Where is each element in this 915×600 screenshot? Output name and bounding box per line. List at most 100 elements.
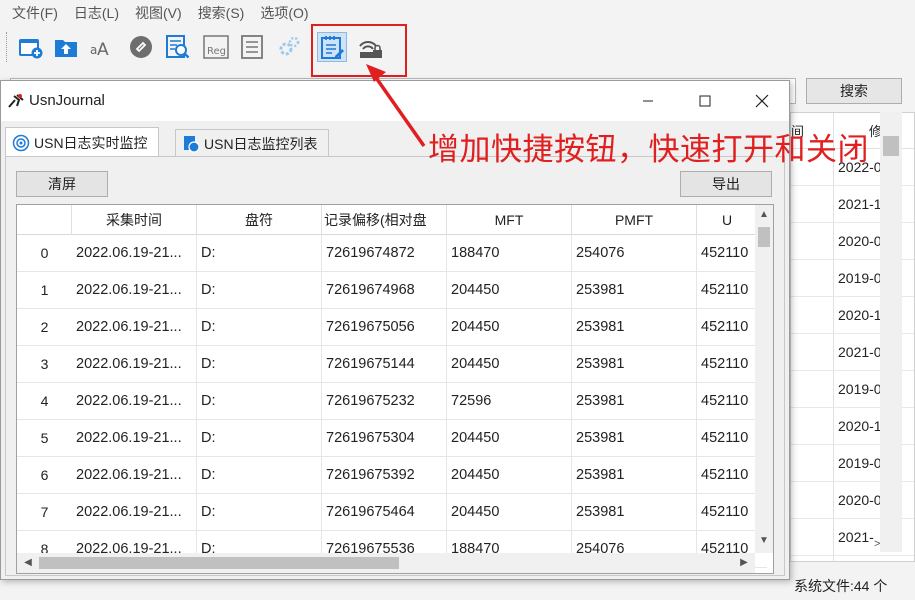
font-case-icon: a A xyxy=(90,40,109,60)
status-file-count: 系统文件:44 个 xyxy=(794,578,888,594)
cell-usn: 452110 xyxy=(701,282,749,298)
row-index: 4 xyxy=(40,393,49,409)
dialog-title: UsnJournal xyxy=(29,92,105,109)
table-horizontal-scroll-thumb[interactable] xyxy=(39,557,399,569)
upload-icon xyxy=(55,40,77,57)
cell-usn: 452110 xyxy=(701,393,749,409)
menu-file[interactable]: 文件(F) xyxy=(4,0,66,26)
tab-realtime-monitor[interactable]: USN日志实时监控 xyxy=(5,127,159,157)
annotation-arrow xyxy=(366,64,426,148)
cell-offset: 72619675056 xyxy=(322,309,447,346)
cell-offset: 72619675304 xyxy=(322,420,447,457)
background-date-cell: 2020-0 xyxy=(838,492,882,508)
maximize-icon xyxy=(699,95,711,107)
background-date-cell: 2021-0 xyxy=(838,344,882,360)
cell-usn: 452110 xyxy=(701,319,749,335)
menu-view[interactable]: 视图(V) xyxy=(127,0,190,26)
header-mft[interactable]: MFT xyxy=(447,205,572,235)
maximize-button[interactable] xyxy=(676,81,734,121)
cell-time: 2022.06.19-21... xyxy=(72,346,197,383)
table-row[interactable]: 0 2022.06.19-21... D: 72619674872 188470… xyxy=(17,235,767,272)
cell-mft: 72596 xyxy=(447,383,572,420)
scroll-down-icon[interactable]: ▼ xyxy=(755,535,773,546)
main-search-button[interactable]: 搜索 xyxy=(806,78,902,104)
search-list-icon xyxy=(166,35,190,59)
table-vertical-scrollbar[interactable] xyxy=(755,205,773,553)
cell-time: 2022.06.19-21... xyxy=(72,457,197,494)
table-row[interactable]: 3 2022.06.19-21... D: 72619675144 204450… xyxy=(17,346,767,383)
list-button[interactable] xyxy=(237,32,267,62)
row-index: 1 xyxy=(40,282,49,298)
cell-pmft: 253981 xyxy=(572,457,697,494)
regex-icon: Reg xyxy=(203,35,229,59)
background-date-cell: 2019-0 xyxy=(838,455,882,471)
cell-pmft: 253981 xyxy=(572,494,697,531)
radar-icon xyxy=(12,134,30,151)
cell-offset: 72619674872 xyxy=(322,235,447,272)
cell-pmft: 253981 xyxy=(572,346,697,383)
cell-pmft: 253981 xyxy=(572,272,697,309)
table-row[interactable]: 4 2022.06.19-21... D: 72619675232 72596 … xyxy=(17,383,767,420)
tab-realtime-monitor-label: USN日志实时监控 xyxy=(34,134,148,151)
close-button[interactable] xyxy=(733,81,791,121)
scroll-left-icon[interactable]: ◀ xyxy=(19,557,37,568)
header-capture-time[interactable]: 采集时间 xyxy=(72,205,197,235)
tab-monitor-list[interactable]: USN日志监控列表 xyxy=(175,129,329,157)
table-row[interactable]: 2 2022.06.19-21... D: 72619675056 204450… xyxy=(17,309,767,346)
chevron-right-icon[interactable]: > xyxy=(874,538,880,550)
export-button[interactable]: 导出 xyxy=(680,171,772,197)
table-row[interactable]: 7 2022.06.19-21... D: 72619675464 204450… xyxy=(17,494,767,531)
background-scroll-thumb[interactable] xyxy=(883,136,899,156)
background-date-cell: 2021-1 xyxy=(838,196,882,212)
regex-button[interactable]: Reg xyxy=(201,32,231,62)
link-button[interactable] xyxy=(126,32,156,62)
cell-drive: D: xyxy=(197,383,322,420)
table-header: 采集时间 盘符 记录偏移(相对盘 MFT PMFT U xyxy=(17,205,767,235)
scroll-right-icon[interactable]: ▶ xyxy=(735,557,753,568)
header-record-offset[interactable]: 记录偏移(相对盘 xyxy=(322,205,447,235)
cell-time: 2022.06.19-21... xyxy=(72,235,197,272)
menubar: 文件(F) 日志(L) 视图(V) 搜索(S) 选项(O) xyxy=(0,0,915,26)
scroll-up-icon[interactable]: ▲ xyxy=(755,209,773,220)
cell-mft: 188470 xyxy=(447,235,572,272)
cell-offset: 72619675392 xyxy=(322,457,447,494)
upload-button[interactable] xyxy=(51,32,81,62)
menu-search[interactable]: 搜索(S) xyxy=(190,0,253,26)
table-vertical-scroll-thumb[interactable] xyxy=(758,227,770,247)
background-vertical-scrollbar[interactable] xyxy=(880,112,902,552)
cell-usn: 452110 xyxy=(701,245,749,261)
settings-icon xyxy=(279,36,300,56)
cell-time: 2022.06.19-21... xyxy=(72,272,197,309)
cell-pmft: 253981 xyxy=(572,383,697,420)
toolbar-grip[interactable] xyxy=(6,32,8,62)
cell-offset: 72619675144 xyxy=(322,346,447,383)
table-row[interactable]: 6 2022.06.19-21... D: 72619675392 204450… xyxy=(17,457,767,494)
annotation-text: 增加快捷按钮，快速打开和关闭 xyxy=(428,132,869,167)
clear-screen-button[interactable]: 清屏 xyxy=(16,171,108,197)
cell-offset: 72619675464 xyxy=(322,494,447,531)
cell-time: 2022.06.19-21... xyxy=(72,309,197,346)
header-drive[interactable]: 盘符 xyxy=(197,205,322,235)
menu-options[interactable]: 选项(O) xyxy=(252,0,316,26)
cell-drive: D: xyxy=(197,494,322,531)
table-row[interactable]: 1 2022.06.19-21... D: 72619674968 204450… xyxy=(17,272,767,309)
search-list-button[interactable] xyxy=(163,32,193,62)
menu-log[interactable]: 日志(L) xyxy=(66,0,127,26)
tab-panel-realtime: 清屏 导出 采集时间 盘符 记录偏移(相对盘 MFT PMFT U 0 2022… xyxy=(5,156,785,576)
header-index xyxy=(17,205,72,235)
settings-button[interactable] xyxy=(274,32,304,62)
header-usn[interactable]: U xyxy=(697,205,757,235)
toolbar: a A Reg xyxy=(0,26,915,68)
cell-offset: 72619675232 xyxy=(322,383,447,420)
new-folder-button[interactable] xyxy=(15,32,45,62)
cell-time: 2022.06.19-21... xyxy=(72,420,197,457)
table-row[interactable]: 5 2022.06.19-21... D: 72619675304 204450… xyxy=(17,420,767,457)
font-case-button[interactable]: a A xyxy=(87,32,117,62)
svg-text:A: A xyxy=(97,40,109,60)
cell-drive: D: xyxy=(197,235,322,272)
header-pmft[interactable]: PMFT xyxy=(572,205,697,235)
cell-drive: D: xyxy=(197,272,322,309)
minimize-button[interactable] xyxy=(619,81,677,121)
file-monitor-icon xyxy=(184,135,200,153)
background-horizontal-scrollbar[interactable]: > xyxy=(790,538,902,554)
